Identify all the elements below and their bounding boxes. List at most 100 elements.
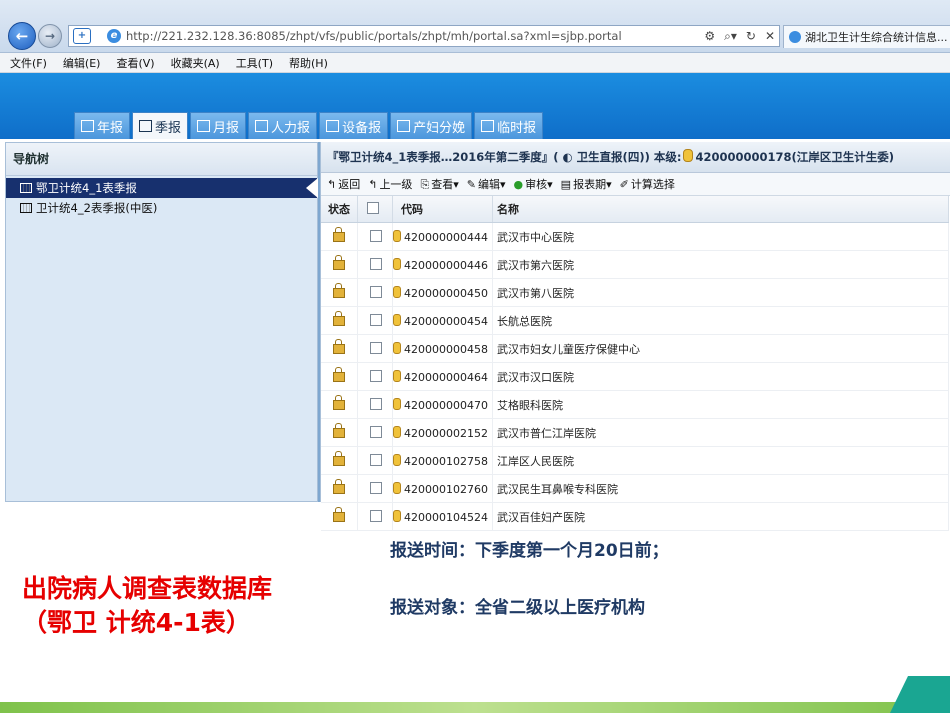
name-cell[interactable]: 武汉市普仁江岸医院 bbox=[492, 418, 949, 447]
name-cell[interactable]: 武汉市中心医院 bbox=[492, 222, 949, 251]
table-icon bbox=[139, 120, 153, 132]
name-cell[interactable]: 江岸区人民医院 bbox=[492, 446, 949, 475]
slide-info: 报送时间：下季度第一个月20日前； 报送对象：全省二级以上医疗机构 bbox=[390, 541, 690, 655]
table-row[interactable]: 420000000446 武汉市第六医院 bbox=[321, 250, 949, 279]
table-row[interactable]: 420000104524 武汉百佳妇产医院 bbox=[321, 502, 949, 531]
back-button[interactable]: ← bbox=[8, 22, 36, 50]
calc-select-button[interactable]: ✐ 计算选择 bbox=[620, 176, 675, 192]
table-row[interactable]: 420000102758 江岸区人民医院 bbox=[321, 446, 949, 475]
table-row[interactable]: 420000000458 武汉市妇女儿童医疗保健中心 bbox=[321, 334, 949, 363]
footer-bar bbox=[0, 702, 950, 713]
status-cell bbox=[321, 446, 358, 475]
row-checkbox[interactable] bbox=[370, 285, 382, 298]
select-cell bbox=[357, 222, 393, 251]
report-tabs: 年报 季报 月报 人力报 设备报 产妇分娩 临时报 bbox=[74, 112, 544, 139]
up-icon: ↰ bbox=[368, 178, 378, 191]
row-checkbox[interactable] bbox=[370, 397, 382, 410]
back-tool-button[interactable]: ↰ 返回 bbox=[327, 176, 360, 192]
menu-help[interactable]: 帮助(H) bbox=[289, 55, 328, 71]
browser-toolbar: ← → + e http://221.232.128.36:8085/zhpt/… bbox=[0, 0, 950, 53]
compat-shield-icon[interactable]: + bbox=[73, 28, 91, 44]
tree-item-4-2[interactable]: 卫计统4_2表季报(中医) bbox=[6, 198, 317, 218]
name-cell[interactable]: 武汉市第八医院 bbox=[492, 278, 949, 307]
tab-temporary[interactable]: 临时报 bbox=[474, 112, 544, 139]
row-checkbox[interactable] bbox=[370, 313, 382, 326]
name-cell[interactable]: 武汉民生耳鼻喉专科医院 bbox=[492, 474, 949, 503]
select-cell bbox=[357, 250, 393, 279]
name-cell[interactable]: 武汉市第六医院 bbox=[492, 250, 949, 279]
tab-monthly[interactable]: 月报 bbox=[190, 112, 247, 139]
database-icon bbox=[393, 229, 401, 242]
forward-button[interactable]: → bbox=[38, 24, 62, 48]
table-row[interactable]: 420000000444 武汉市中心医院 bbox=[321, 222, 949, 251]
tab-manpower[interactable]: 人力报 bbox=[248, 112, 318, 139]
row-checkbox[interactable] bbox=[370, 425, 382, 438]
refresh-icon[interactable]: ↻ bbox=[746, 29, 756, 44]
table-row[interactable]: 420000000470 艾格眼科医院 bbox=[321, 390, 949, 419]
menu-file[interactable]: 文件(F) bbox=[10, 55, 47, 71]
tab-annual[interactable]: 年报 bbox=[74, 112, 131, 139]
row-checkbox[interactable] bbox=[370, 481, 382, 494]
name-cell[interactable]: 长航总医院 bbox=[492, 306, 949, 335]
edit-menu-button[interactable]: ✎ 编辑▾ bbox=[467, 176, 506, 192]
menu-favorites[interactable]: 收藏夹(A) bbox=[171, 55, 220, 71]
database-icon bbox=[393, 397, 401, 410]
search-icon[interactable]: ⌕▾ bbox=[724, 29, 737, 44]
browser-tab[interactable]: 湖北卫生计生综合统计信息... bbox=[783, 25, 950, 48]
name-cell[interactable]: 武汉市汉口医院 bbox=[492, 362, 949, 391]
document-icon bbox=[481, 120, 495, 132]
row-checkbox[interactable] bbox=[370, 369, 382, 382]
period-menu-button[interactable]: ▤ 报表期▾ bbox=[561, 176, 612, 192]
row-checkbox[interactable] bbox=[370, 341, 382, 354]
name-cell[interactable]: 武汉百佳妇产医院 bbox=[492, 502, 949, 531]
status-cell bbox=[321, 334, 358, 363]
menu-edit[interactable]: 编辑(E) bbox=[63, 55, 101, 71]
code-cell: 420000104524 bbox=[392, 502, 493, 531]
menu-view[interactable]: 查看(V) bbox=[116, 55, 154, 71]
table-row[interactable]: 420000000464 武汉市汉口医院 bbox=[321, 362, 949, 391]
select-cell bbox=[357, 418, 393, 447]
select-cell bbox=[357, 390, 393, 419]
select-cell bbox=[357, 306, 393, 335]
audit-menu-button[interactable]: ● 审核▾ bbox=[514, 176, 553, 192]
period-icon: ▤ bbox=[560, 178, 572, 191]
lock-icon bbox=[333, 227, 345, 242]
tab-childbirth[interactable]: 产妇分娩 bbox=[390, 112, 473, 139]
table-row[interactable]: 420000000454 长航总医院 bbox=[321, 306, 949, 335]
row-checkbox[interactable] bbox=[370, 229, 382, 242]
address-bar[interactable]: + e http://221.232.128.36:8085/zhpt/vfs/… bbox=[68, 25, 780, 47]
grid-icon bbox=[397, 120, 411, 132]
close-icon[interactable]: ✕ bbox=[765, 29, 775, 44]
database-icon bbox=[393, 453, 401, 466]
table-row[interactable]: 420000002152 武汉市普仁江岸医院 bbox=[321, 418, 949, 447]
view-menu-button[interactable]: ⎘ 查看▾ bbox=[420, 176, 458, 192]
name-cell[interactable]: 艾格眼科医院 bbox=[492, 390, 949, 419]
report-toolbar: ↰ 返回 ↰ 上一级 ⎘ 查看▾ ✎ 编辑▾ ● 审核▾ ▤ 报表期▾ ✐ 计算选择 bbox=[321, 173, 950, 196]
up-level-button[interactable]: ↰ 上一级 bbox=[368, 176, 412, 192]
menu-tools[interactable]: 工具(T) bbox=[236, 55, 273, 71]
col-status: 状态 bbox=[321, 196, 358, 223]
table-row[interactable]: 420000000450 武汉市第八医院 bbox=[321, 278, 949, 307]
browser-tab-title: 湖北卫生计生综合统计信息... bbox=[805, 31, 948, 44]
slide-title-line2: （鄂卫 计统4-1表） bbox=[22, 608, 251, 637]
tab-quarterly[interactable]: 季报 bbox=[132, 112, 189, 139]
select-all-checkbox[interactable] bbox=[367, 202, 379, 214]
entity-icon: ◐ bbox=[558, 150, 577, 164]
code-cell: 420000102758 bbox=[392, 446, 493, 475]
tab-equipment[interactable]: 设备报 bbox=[319, 112, 389, 139]
compat-view-icon[interactable]: ⚙ bbox=[704, 29, 715, 44]
select-cell bbox=[357, 474, 393, 503]
row-checkbox[interactable] bbox=[370, 257, 382, 270]
tree-item-4-1[interactable]: 鄂卫计统4_1表季报 bbox=[6, 178, 318, 198]
name-cell[interactable]: 武汉市妇女儿童医疗保健中心 bbox=[492, 334, 949, 363]
col-select bbox=[357, 196, 393, 223]
status-cell bbox=[321, 306, 358, 335]
slide-title-line1: 出院病人调查表数据库 bbox=[22, 574, 273, 603]
calc-icon: ✐ bbox=[619, 178, 629, 191]
database-icon bbox=[683, 149, 694, 162]
table-icon bbox=[20, 183, 32, 193]
table-row[interactable]: 420000102760 武汉民生耳鼻喉专科医院 bbox=[321, 474, 949, 503]
row-checkbox[interactable] bbox=[370, 509, 382, 522]
url-text[interactable]: http://221.232.128.36:8085/zhpt/vfs/publ… bbox=[126, 29, 622, 43]
row-checkbox[interactable] bbox=[370, 453, 382, 466]
